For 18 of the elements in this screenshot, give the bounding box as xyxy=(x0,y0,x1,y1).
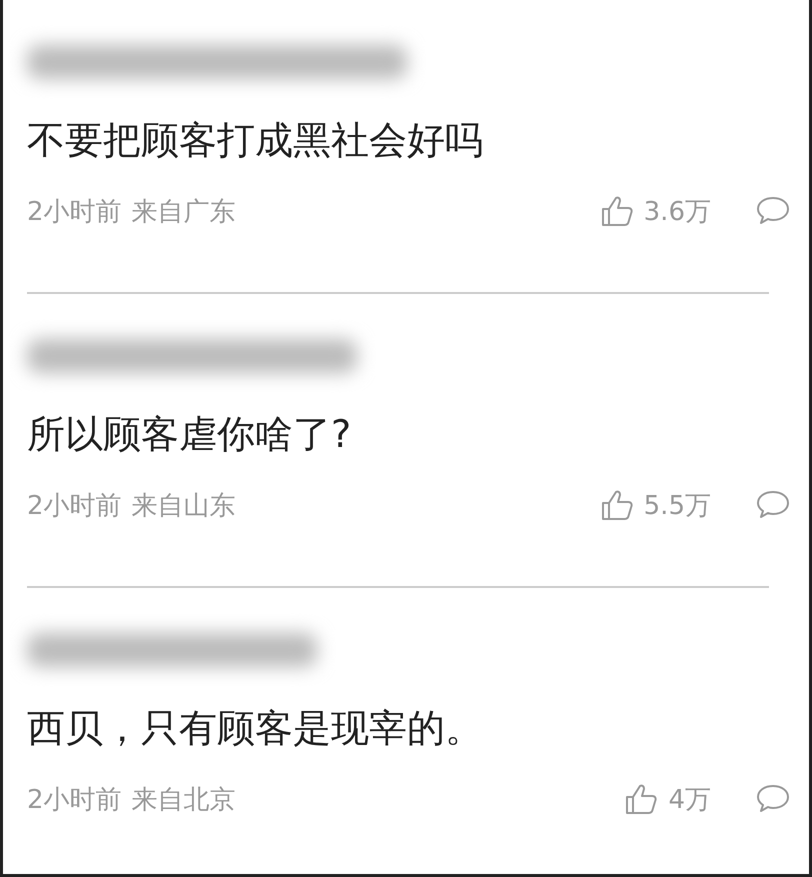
comment-bubble-icon[interactable] xyxy=(755,783,791,815)
thumbs-up-icon[interactable] xyxy=(624,782,658,816)
comment-text: 西贝，只有顾客是现宰的。 xyxy=(27,705,484,752)
like-count: 4万 xyxy=(668,784,711,816)
thumbs-up-icon[interactable] xyxy=(600,194,634,228)
like-count: 3.6万 xyxy=(644,196,711,228)
comment-time: 2小时前 xyxy=(27,784,122,816)
comment-location: 来自广东 xyxy=(132,196,236,228)
like-count: 5.5万 xyxy=(644,490,711,522)
comment-bubble-icon[interactable] xyxy=(755,489,791,521)
comment-time: 2小时前 xyxy=(27,196,122,228)
comment-location: 来自北京 xyxy=(132,784,236,816)
thumbs-up-icon[interactable] xyxy=(600,488,634,522)
comment-text: 不要把顾客打成黑社会好吗 xyxy=(27,117,484,164)
comment-bubble-icon[interactable] xyxy=(755,195,791,227)
comment-location: 来自山东 xyxy=(132,490,236,522)
comment-text: 所以顾客虐你啥了? xyxy=(27,411,352,458)
comment-time: 2小时前 xyxy=(27,490,122,522)
